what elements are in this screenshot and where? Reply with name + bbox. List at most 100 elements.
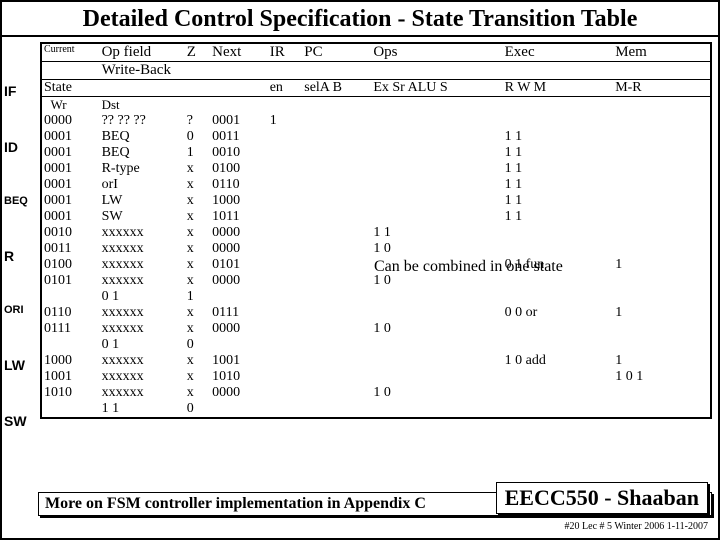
hdr-op: Op field [100, 44, 185, 62]
cell-st: 0000 [42, 113, 100, 129]
cell-z: x [185, 353, 210, 369]
cell-z: 0 [185, 401, 210, 417]
cell-pc [302, 385, 371, 401]
cell-st: 1000 [42, 353, 100, 369]
cell-st: 0010 [42, 225, 100, 241]
cell-nx [210, 337, 268, 353]
hdr-exec: Exec [503, 44, 614, 62]
cell-mem [613, 129, 710, 145]
cell-op: xxxxxx [100, 273, 185, 289]
cell-op: BEQ [100, 129, 185, 145]
sub-alu: ALU [408, 80, 437, 95]
cell-pc [302, 289, 371, 305]
cell-nx: 0101 [210, 257, 268, 273]
cell-op: 1 1 [100, 401, 185, 417]
header-row-1b: Write-Back [42, 62, 710, 80]
table-row: 1000xxxxxxx10011 0 add1 [42, 353, 710, 369]
cell-mem [613, 273, 710, 289]
cell-exec [503, 321, 614, 337]
cell-st: 1001 [42, 369, 100, 385]
cell-op: SW [100, 209, 185, 225]
cell-nx: 0000 [210, 241, 268, 257]
cell-pc [302, 161, 371, 177]
cell-op: xxxxxx [100, 353, 185, 369]
stage-if: IF [4, 84, 38, 98]
cell-z: ? [185, 113, 210, 129]
cell-op: orI [100, 177, 185, 193]
cell-z: x [185, 177, 210, 193]
cell-exec: 1 1 [503, 161, 614, 177]
hdr-current: Current [42, 44, 100, 62]
cell-ir [268, 225, 303, 241]
cell-nx: 0000 [210, 225, 268, 241]
cell-exec [503, 241, 614, 257]
hdr-mem: Mem [613, 44, 710, 62]
cell-mem [613, 337, 710, 353]
cell-op: R-type [100, 161, 185, 177]
cell-ops [371, 209, 502, 225]
cell-pc [302, 337, 371, 353]
cell-mem: 1 [613, 305, 710, 321]
header-row-3: Wr Dst [42, 97, 710, 114]
cell-ops [371, 369, 502, 385]
cell-mem [613, 193, 710, 209]
cell-exec [503, 385, 614, 401]
cell-pc [302, 273, 371, 289]
cell-st: 0001 [42, 129, 100, 145]
cell-ops [371, 353, 502, 369]
cell-mem [613, 145, 710, 161]
cell-st: 0100 [42, 257, 100, 273]
cell-ir: 1 [268, 113, 303, 129]
cell-nx: 1001 [210, 353, 268, 369]
cell-exec [503, 289, 614, 305]
table-row: 0 11 [42, 289, 710, 305]
cell-op: xxxxxx [100, 369, 185, 385]
cell-ir [268, 161, 303, 177]
sub-s: S [440, 80, 448, 95]
cell-ops [371, 289, 502, 305]
cell-exec: 1 0 add [503, 353, 614, 369]
cell-st [42, 401, 100, 417]
cell-pc [302, 193, 371, 209]
hdr-next: Next [210, 44, 268, 62]
cell-op: xxxxxx [100, 225, 185, 241]
sub-exsr: Ex Sr [373, 80, 405, 95]
cell-z: x [185, 225, 210, 241]
cell-ops [371, 145, 502, 161]
cell-ops [371, 401, 502, 417]
cell-nx: 0010 [210, 145, 268, 161]
cell-op: 0 1 [100, 337, 185, 353]
table-row: 0010xxxxxxx00001 1 [42, 225, 710, 241]
cell-nx: 1011 [210, 209, 268, 225]
cell-pc [302, 113, 371, 129]
cell-ir [268, 257, 303, 273]
cell-exec [503, 401, 614, 417]
cell-st: 0110 [42, 305, 100, 321]
cell-op: 0 1 [100, 289, 185, 305]
cell-ops [371, 113, 502, 129]
cell-ops: 1 0 [371, 321, 502, 337]
table-row: 0001orIx01101 1 [42, 177, 710, 193]
cell-ops [371, 161, 502, 177]
cell-exec [503, 225, 614, 241]
cell-op: xxxxxx [100, 385, 185, 401]
cell-pc [302, 209, 371, 225]
cell-mem [613, 401, 710, 417]
cell-exec [503, 113, 614, 129]
cell-z: x [185, 321, 210, 337]
cell-st: 0001 [42, 193, 100, 209]
cell-ops [371, 305, 502, 321]
cell-ir [268, 209, 303, 225]
cell-st: 0101 [42, 273, 100, 289]
cell-pc [302, 305, 371, 321]
cell-exec: 1 1 [503, 209, 614, 225]
stage-r: R [4, 249, 38, 263]
cell-z: x [185, 257, 210, 273]
course-label: EECC550 - Shaaban [496, 482, 708, 514]
cell-ir [268, 305, 303, 321]
table-row: 0000?? ?? ???00011 [42, 113, 710, 129]
cell-z: x [185, 241, 210, 257]
sub-state: State [42, 80, 100, 97]
slide-number-date: #20 Lec # 5 Winter 2006 1-11-2007 [565, 521, 708, 532]
cell-nx [210, 401, 268, 417]
